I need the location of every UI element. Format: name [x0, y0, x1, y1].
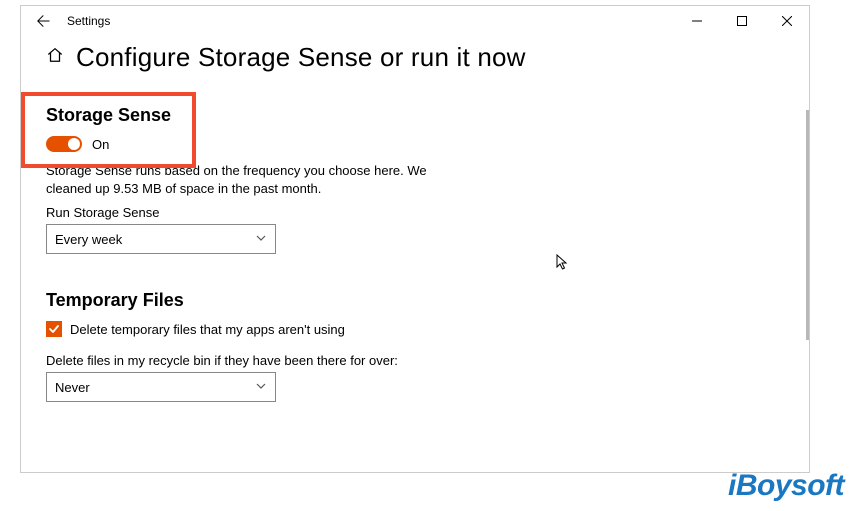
delete-temp-checkbox-row: Delete temporary files that my apps aren… [46, 321, 784, 337]
delete-temp-checkbox[interactable] [46, 321, 62, 337]
settings-window: Settings Configure Storage Sense or run … [20, 5, 810, 473]
chevron-down-icon [255, 232, 267, 247]
watermark-logo: iBoysoft [728, 469, 844, 503]
run-storage-sense-value: Every week [55, 232, 122, 247]
storage-sense-toggle[interactable] [46, 136, 82, 152]
minimize-button[interactable] [674, 6, 719, 36]
storage-sense-section: Storage Sense On Storage Sense runs base… [46, 105, 784, 254]
recycle-bin-value: Never [55, 380, 90, 395]
storage-sense-toggle-row: On [46, 136, 784, 152]
chevron-down-icon [255, 380, 267, 395]
checkmark-icon [48, 323, 60, 335]
recycle-bin-label: Delete files in my recycle bin if they h… [46, 353, 784, 368]
toggle-knob-icon [68, 138, 80, 150]
temporary-files-section: Temporary Files Delete temporary files t… [46, 290, 784, 402]
back-button[interactable] [35, 14, 51, 28]
window-controls [674, 6, 809, 36]
storage-sense-description: Storage Sense runs based on the frequenc… [46, 162, 456, 197]
minimize-icon [692, 16, 702, 26]
highlight-annotation [21, 92, 196, 168]
titlebar: Settings [21, 6, 809, 36]
home-icon[interactable] [46, 46, 64, 69]
run-storage-sense-dropdown[interactable]: Every week [46, 224, 276, 254]
storage-sense-heading: Storage Sense [46, 105, 784, 126]
close-icon [782, 16, 792, 26]
close-button[interactable] [764, 6, 809, 36]
recycle-bin-dropdown[interactable]: Never [46, 372, 276, 402]
window-title: Settings [67, 14, 110, 28]
storage-sense-toggle-label: On [92, 137, 109, 152]
delete-temp-checkbox-label: Delete temporary files that my apps aren… [70, 322, 345, 337]
maximize-button[interactable] [719, 6, 764, 36]
page-header: Configure Storage Sense or run it now [21, 36, 809, 73]
maximize-icon [737, 16, 747, 26]
scrollbar-thumb[interactable] [806, 110, 809, 340]
temporary-files-heading: Temporary Files [46, 290, 784, 311]
content-area: Storage Sense On Storage Sense runs base… [21, 105, 809, 473]
run-storage-sense-label: Run Storage Sense [46, 205, 784, 220]
back-arrow-icon [36, 14, 50, 28]
page-title: Configure Storage Sense or run it now [76, 42, 526, 73]
